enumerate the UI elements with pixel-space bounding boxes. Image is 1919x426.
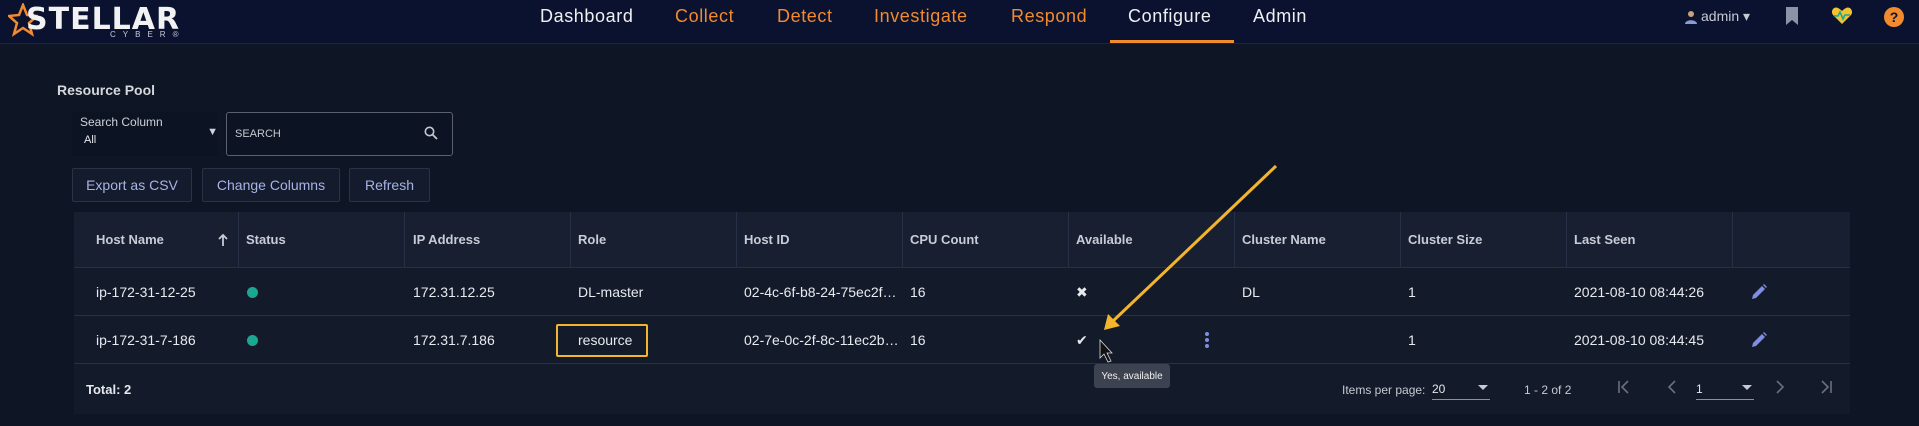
column-divider[interactable] (238, 212, 239, 268)
search-box (226, 112, 453, 156)
search-icon[interactable] (424, 126, 438, 140)
resource-pool-table: Host Name Status IP Address Role Host ID… (74, 212, 1850, 414)
cell-host-name: ip-172-31-7-186 (96, 332, 196, 348)
next-page-icon[interactable] (1770, 378, 1788, 396)
column-header-available[interactable]: Available (1076, 232, 1133, 247)
column-header-ip-address[interactable]: IP Address (413, 232, 480, 247)
edit-pencil-icon[interactable] (1750, 331, 1768, 349)
column-header-host-id[interactable]: Host ID (744, 232, 790, 247)
column-header-last-seen[interactable]: Last Seen (1574, 232, 1635, 247)
available-tooltip: Yes, available (1094, 364, 1170, 388)
column-divider[interactable] (1732, 212, 1733, 268)
nav-configure[interactable]: Configure (1128, 6, 1211, 27)
cell-role: DL-master (578, 284, 644, 300)
search-column-label: Search Column (80, 115, 163, 129)
cell-host-name: ip-172-31-12-25 (96, 284, 196, 300)
cell-cpu-count: 16 (910, 284, 926, 300)
page-number-select[interactable]: 1 (1696, 376, 1754, 400)
last-page-icon[interactable] (1816, 378, 1834, 396)
search-input[interactable] (235, 125, 415, 143)
cell-ip-address: 172.31.12.25 (413, 284, 495, 300)
column-divider[interactable] (902, 212, 903, 268)
column-divider[interactable] (570, 212, 571, 268)
status-online-dot (247, 287, 258, 298)
user-name: admin ▾ (1701, 8, 1751, 24)
cell-cpu-count: 16 (910, 332, 926, 348)
status-online-dot (247, 335, 258, 346)
main-navigation: Dashboard Collect Detect Investigate Res… (0, 0, 1919, 44)
items-per-page-value: 20 (1432, 382, 1446, 396)
refresh-button[interactable]: Refresh (349, 168, 430, 202)
column-divider[interactable] (404, 212, 405, 268)
page-number-value: 1 (1696, 382, 1703, 396)
column-header-role[interactable]: Role (578, 232, 606, 247)
sort-ascending-arrow-icon[interactable] (217, 233, 229, 247)
table-footer: Total: 2 Items per page: 20 1 - 2 of 2 1 (74, 364, 1850, 414)
column-header-cluster-size[interactable]: Cluster Size (1408, 232, 1482, 247)
cell-last-seen: 2021-08-10 08:44:26 (1574, 284, 1704, 300)
table-header: Host Name Status IP Address Role Host ID… (74, 212, 1850, 268)
cell-cluster-size: 1 (1408, 284, 1416, 300)
cell-cluster-size: 1 (1408, 332, 1416, 348)
column-divider[interactable] (1234, 212, 1235, 268)
nav-detect[interactable]: Detect (777, 6, 833, 27)
cell-available-cross-icon: ✖ (1076, 284, 1088, 300)
cell-last-seen: 2021-08-10 08:44:45 (1574, 332, 1704, 348)
column-header-cluster-name[interactable]: Cluster Name (1242, 232, 1326, 247)
nav-admin[interactable]: Admin (1253, 6, 1307, 27)
health-heart-icon[interactable] (1831, 6, 1853, 26)
previous-page-icon[interactable] (1664, 378, 1682, 396)
help-icon[interactable]: ? (1883, 6, 1905, 28)
search-column-select[interactable]: Search Column All ▼ (72, 112, 218, 156)
edit-pencil-icon[interactable] (1750, 283, 1768, 301)
column-header-cpu-count[interactable]: CPU Count (910, 232, 979, 247)
total-count: Total: 2 (86, 382, 132, 397)
change-columns-button[interactable]: Change Columns (202, 168, 340, 202)
chevron-down-icon (1478, 385, 1488, 390)
chevron-down-icon: ▼ (207, 126, 218, 138)
role-highlight-box (556, 324, 648, 357)
table-row[interactable]: ip-172-31-12-25 172.31.12.25 DL-master 0… (74, 268, 1850, 316)
search-column-value: All (84, 134, 97, 146)
nav-respond[interactable]: Respond (1011, 6, 1087, 27)
column-header-status[interactable]: Status (246, 232, 286, 247)
bookmark-icon[interactable] (1784, 6, 1800, 26)
svg-text:?: ? (1890, 9, 1899, 25)
cell-available-check-icon: ✔ (1076, 332, 1088, 348)
pagination-range: 1 - 2 of 2 (1524, 383, 1572, 397)
top-navigation-bar: STELLAR CYBER® Dashboard Collect Detect … (0, 0, 1919, 44)
first-page-icon[interactable] (1616, 378, 1634, 396)
nav-dashboard[interactable]: Dashboard (540, 6, 633, 27)
export-csv-button[interactable]: Export as CSV (72, 168, 192, 202)
items-per-page-select[interactable]: 20 (1432, 376, 1490, 400)
column-divider[interactable] (1566, 212, 1567, 268)
nav-investigate[interactable]: Investigate (874, 6, 968, 27)
cell-host-id: 02-7e-0c-2f-8c-11ec2b… (744, 332, 899, 348)
items-per-page-label: Items per page: (1342, 383, 1426, 397)
cell-ip-address: 172.31.7.186 (413, 332, 495, 348)
page-title: Resource Pool (57, 82, 156, 98)
user-avatar-icon (1685, 10, 1697, 24)
cell-host-id: 02-4c-6f-b8-24-75ec2f… (744, 284, 897, 300)
cell-cluster-name: DL (1242, 284, 1260, 300)
column-divider[interactable] (1068, 212, 1069, 268)
column-header-host-name[interactable]: Host Name (96, 232, 164, 247)
chevron-down-icon (1742, 385, 1752, 390)
column-divider[interactable] (1400, 212, 1401, 268)
table-row[interactable]: ip-172-31-7-186 172.31.7.186 resource 02… (74, 316, 1850, 364)
nav-active-indicator (1110, 40, 1234, 43)
user-menu[interactable]: admin ▾ (1684, 8, 1750, 25)
nav-collect[interactable]: Collect (675, 6, 734, 27)
more-options-vertical-icon[interactable] (1204, 331, 1210, 349)
column-divider[interactable] (736, 212, 737, 268)
